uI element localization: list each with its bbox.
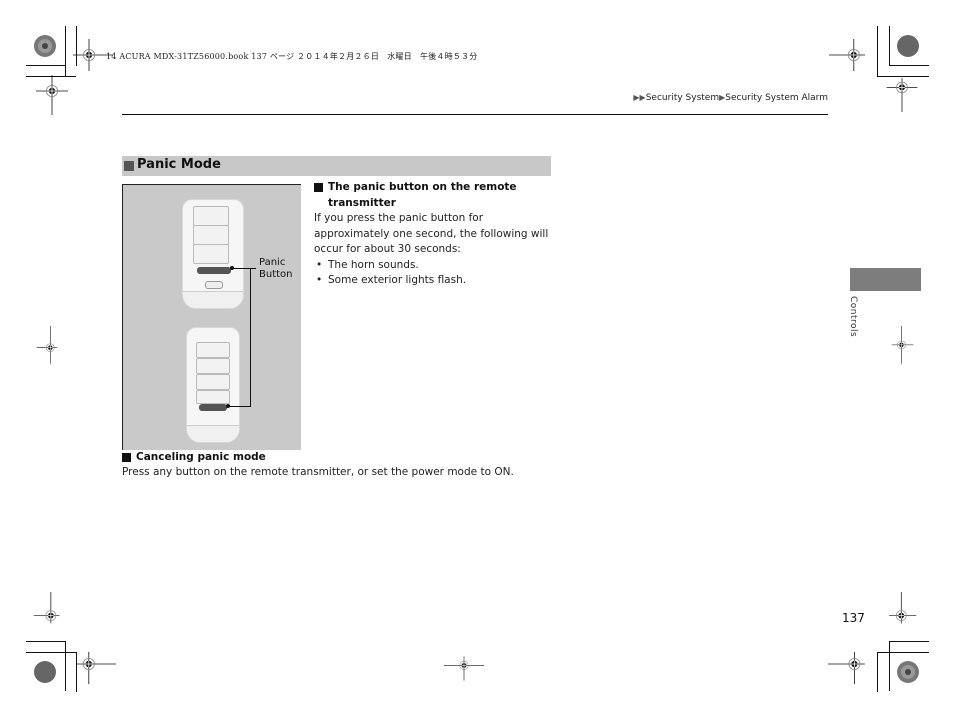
panic-button-callout: Panic Button [259, 257, 293, 281]
crop-line [889, 641, 890, 691]
registration-mark-icon [33, 592, 60, 624]
color-bar-circle-icon [34, 35, 56, 57]
breadcrumb-item[interactable]: Security System Alarm [725, 93, 828, 103]
registration-mark-icon [828, 652, 865, 684]
chapter-tab-label: Controls [848, 296, 858, 338]
registration-mark-icon [76, 652, 116, 684]
color-bar-circle-icon [897, 661, 919, 683]
unlock-button-illustration [196, 374, 230, 390]
remote-base [183, 291, 243, 308]
lock-button-illustration [193, 206, 229, 226]
callout-line [228, 406, 251, 407]
callout-line [250, 268, 251, 406]
crop-line [877, 652, 929, 653]
panic-info: The panic button on the remote transmitt… [314, 180, 554, 289]
crop-line [65, 641, 66, 691]
crop-line [65, 26, 66, 76]
crop-line [889, 65, 929, 66]
page-number: 137 [842, 611, 865, 625]
canceling-heading: Canceling panic mode [122, 450, 622, 465]
crop-line [26, 641, 66, 642]
header-divider [122, 114, 828, 115]
color-bar-circle-icon [897, 35, 919, 57]
callout-label-line: Panic [259, 257, 286, 268]
canceling-panic-mode: Canceling panic mode Press any button on… [122, 450, 622, 480]
smart-entry-remote-illustration [182, 199, 244, 309]
panic-info-heading: The panic button on the remote transmitt… [314, 180, 554, 211]
registration-mark-icon [889, 592, 917, 624]
registration-mark-icon [444, 656, 484, 681]
tailgate-button-illustration [193, 244, 229, 264]
registration-mark-icon [829, 39, 865, 71]
registration-mark-icon [886, 78, 918, 112]
square-bullet-icon [314, 183, 323, 192]
panic-button-illustration [197, 267, 231, 274]
breadcrumb-item[interactable]: Security System [646, 93, 719, 103]
chapter-tab[interactable] [850, 268, 921, 291]
crop-line [889, 641, 929, 642]
crop-line [889, 26, 890, 66]
heading-line: The panic button on the remote [328, 181, 517, 193]
callout-label-line: Button [259, 269, 293, 280]
color-bar-circle-icon [34, 661, 56, 683]
registration-mark-icon [891, 326, 914, 364]
registration-mark-icon [36, 326, 58, 364]
crop-line [877, 26, 878, 76]
callout-line [232, 268, 256, 269]
breadcrumb: ▶▶Security System▶Security System Alarm [633, 93, 828, 103]
effects-list: The horn sounds. Some exterior lights fl… [314, 258, 554, 289]
list-item: Some exterior lights flash. [314, 273, 554, 289]
remote-base [187, 425, 239, 442]
heading-line: transmitter [328, 196, 396, 209]
heading-text: Canceling panic mode [136, 451, 266, 463]
crop-line [877, 652, 878, 692]
section-title: Panic Mode [137, 157, 221, 172]
double-triangle-right-icon: ▶▶ [633, 93, 646, 102]
section-header: Panic Mode [122, 156, 551, 176]
list-item: The horn sounds. [314, 258, 554, 274]
callout-dot [226, 404, 230, 408]
lock-button-illustration [196, 358, 230, 374]
callout-dot [230, 266, 234, 270]
panic-info-body: If you press the panic button for approx… [314, 212, 549, 255]
panic-button-illustration [199, 404, 227, 411]
tailgate-button-illustration [196, 390, 230, 404]
square-bullet-icon [122, 453, 131, 462]
remote-transmitter-figure: Panic Button [122, 184, 301, 450]
square-bullet-icon [124, 161, 134, 171]
print-header: 14 ACURA MDX-31TZ56000.book 137 ページ ２０１４… [106, 52, 478, 61]
registration-mark-icon [36, 75, 68, 115]
unlock-button-illustration [193, 225, 229, 245]
remote-engine-start-illustration [186, 327, 240, 443]
key-release-illustration [205, 281, 223, 289]
crop-line [26, 652, 76, 653]
canceling-body: Press any button on the remote transmitt… [122, 466, 514, 478]
engine-start-button-illustration [196, 342, 230, 358]
crop-line [26, 65, 66, 66]
